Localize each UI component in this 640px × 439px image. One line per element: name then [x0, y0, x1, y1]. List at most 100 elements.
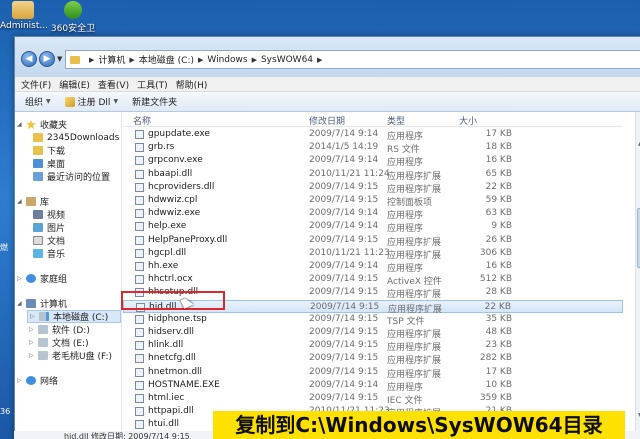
expand-icon[interactable]: ◢ — [17, 121, 25, 128]
menu-file[interactable]: 文件(F) — [21, 78, 51, 91]
vertical-scrollbar[interactable]: ▲ ▼ — [635, 112, 640, 439]
chevron-right-icon[interactable]: ▶ — [252, 56, 257, 64]
nav-item-recent[interactable]: 最近访问的位置 — [33, 170, 110, 183]
nav-item-documents[interactable]: 文档 — [33, 234, 65, 247]
address-bar[interactable]: ▶ 计算机 ▶ 本地磁盘 (C:) ▶ Windows ▶ SysWOW64 ▶ — [65, 50, 640, 69]
menu-view[interactable]: 查看(V) — [98, 78, 129, 91]
file-row[interactable]: hdwwiz.cpl 2009/7/14 9:15 控制面板项 59 KB — [123, 194, 623, 208]
file-icon — [135, 328, 144, 337]
nav-item-desktop[interactable]: 桌面 — [33, 157, 65, 170]
file-type: 应用程序扩展 — [387, 237, 442, 248]
file-size: 16 KB — [485, 261, 512, 271]
forward-button[interactable]: ▶ — [39, 51, 55, 67]
history-dropdown-icon[interactable]: ▼ — [57, 55, 62, 63]
file-row[interactable]: html.iec 2009/7/14 9:15 IEC 文件 359 KB — [123, 392, 623, 406]
nav-item-pictures[interactable]: 图片 — [33, 221, 65, 234]
breadcrumb-syswow64[interactable]: SysWOW64 — [261, 55, 313, 65]
file-date: 2009/7/14 9:15 — [309, 327, 379, 337]
back-button[interactable]: ◀ — [21, 51, 37, 67]
recent-places-icon — [33, 172, 43, 181]
breadcrumb-drive-c[interactable]: 本地磁盘 (C:) — [139, 53, 194, 66]
expand-icon[interactable]: ◢ — [17, 300, 25, 307]
file-row[interactable]: help.exe 2009/7/14 9:14 应用程序 9 KB — [123, 220, 623, 234]
nav-item-drive-c[interactable]: ▷ 本地磁盘 (C:) — [27, 310, 121, 323]
chevron-right-icon[interactable]: ▶ — [317, 56, 322, 64]
nav-item-drive-d[interactable]: ▷ 软件 (D:) — [27, 323, 90, 336]
expand-icon[interactable]: ▷ — [29, 352, 37, 359]
register-dll-button[interactable]: 注册 Dll ▼ — [64, 95, 119, 108]
nav-item-music[interactable]: 音乐 — [33, 247, 65, 260]
desktop-icon-administrator[interactable]: Administ... — [0, 0, 48, 31]
expand-icon[interactable]: ▷ — [30, 313, 38, 320]
chevron-down-icon: ▼ — [46, 98, 51, 105]
file-name: grpconv.exe — [148, 155, 203, 166]
file-date: 2009/7/14 9:15 — [309, 274, 379, 285]
file-size: 16 KB — [485, 155, 512, 166]
column-name[interactable]: 名称 — [133, 114, 151, 127]
file-date: 2009/7/14 9:15 — [309, 340, 379, 351]
expand-icon[interactable]: ▷ — [17, 275, 25, 282]
file-row[interactable]: hidserv.dll 2009/7/14 9:15 应用程序扩展 48 KB — [123, 326, 623, 340]
homegroup-icon — [26, 274, 36, 283]
nav-label: 文档 (E:) — [52, 339, 89, 349]
nav-item-drive-e[interactable]: ▷ 文档 (E:) — [27, 336, 89, 349]
nav-label: 计算机 — [40, 300, 68, 310]
expand-icon[interactable]: ◢ — [17, 198, 25, 205]
file-row[interactable]: hlink.dll 2009/7/14 9:15 应用程序扩展 23 KB — [123, 339, 623, 353]
file-name: hcproviders.dll — [148, 181, 215, 192]
red-highlight-box — [121, 291, 225, 310]
file-row[interactable]: gpupdate.exe 2009/7/14 9:14 应用程序 17 KB — [123, 128, 623, 142]
chevron-right-icon[interactable]: ▶ — [198, 56, 203, 64]
file-row[interactable]: grpconv.exe 2009/7/14 9:14 应用程序 16 KB — [123, 154, 623, 168]
menu-tools[interactable]: 工具(T) — [137, 78, 168, 91]
nav-item-2345downloads[interactable]: 2345Downloads — [33, 131, 119, 144]
chevron-right-icon[interactable]: ▶ — [129, 56, 134, 64]
nav-item-drive-f[interactable]: ▷ 老毛桃U盘 (F:) — [27, 349, 112, 362]
breadcrumb-windows[interactable]: Windows — [207, 55, 247, 65]
file-size: 10 KB — [485, 379, 512, 390]
file-row[interactable]: hnetmon.dll 2009/7/14 9:15 应用程序扩展 17 KB — [123, 366, 623, 380]
file-row[interactable]: HelpPaneProxy.dll 2009/7/14 9:15 应用程序扩展 26 … — [123, 234, 623, 248]
file-row[interactable]: HOSTNAME.EXE 2009/7/14 9:14 应用程序 10 KB — [123, 379, 623, 393]
nav-label: 老毛桃U盘 (F:) — [52, 352, 112, 362]
file-row[interactable]: hnetcfg.dll 2009/7/14 9:15 应用程序扩展 282 KB — [123, 352, 623, 366]
column-size[interactable]: 大小 — [459, 114, 477, 127]
nav-network[interactable]: ▷ 网络 — [15, 374, 58, 387]
menu-help[interactable]: 帮助(H) — [176, 78, 208, 91]
expand-icon[interactable]: ▷ — [17, 377, 25, 384]
organize-button[interactable]: 组织 ▼ — [25, 95, 51, 108]
chevron-right-icon[interactable]: ▶ — [89, 56, 94, 64]
nav-libraries[interactable]: ◢ 库 — [15, 195, 49, 208]
file-type: IEC 文件 — [387, 396, 423, 406]
folder-icon — [33, 133, 43, 142]
new-folder-button[interactable]: 新建文件夹 — [132, 95, 177, 108]
file-row[interactable]: hidphone.tsp 2009/7/14 9:15 TSP 文件 35 KB — [123, 313, 623, 327]
breadcrumb-computer[interactable]: 计算机 — [98, 53, 125, 66]
expand-icon[interactable]: ▷ — [29, 326, 37, 333]
file-row[interactable]: hdwwiz.exe 2009/7/14 9:14 应用程序 63 KB — [123, 207, 623, 221]
nav-favorites[interactable]: ◢ 收藏夹 — [15, 118, 67, 131]
download-folder-icon — [33, 146, 43, 155]
file-row[interactable]: hgcpl.dll 2010/11/21 11:23 应用程序扩展 306 KB — [123, 247, 623, 261]
nav-item-videos[interactable]: 视频 — [33, 208, 65, 221]
expand-icon[interactable]: ▷ — [29, 339, 37, 346]
nav-label: 视频 — [47, 211, 66, 221]
column-date[interactable]: 修改日期 — [309, 114, 345, 127]
file-name: grb.rs — [148, 142, 175, 153]
file-row[interactable]: hbaapi.dll 2010/11/21 11:24 应用程序扩展 65 KB — [123, 168, 623, 182]
column-headers: 名称 修改日期 类型 大小 — [123, 112, 623, 127]
file-row[interactable]: grb.rs 2014/1/5 14:19 RS 文件 18 KB — [123, 141, 623, 155]
file-row[interactable]: hcproviders.dll 2009/7/14 9:15 应用程序扩展 22 KB — [123, 181, 623, 195]
chevron-down-icon: ▼ — [113, 98, 119, 105]
menu-edit[interactable]: 编辑(E) — [59, 78, 90, 91]
file-size: 306 KB — [479, 247, 512, 258]
nav-computer[interactable]: ◢ 计算机 — [15, 297, 67, 310]
nav-item-downloads[interactable]: 下载 — [33, 144, 65, 157]
nav-homegroup[interactable]: ▷ 家庭组 — [15, 272, 67, 285]
file-row[interactable]: hhctrl.ocx 2009/7/14 9:15 ActiveX 控件 512 KB — [123, 273, 623, 287]
file-size: 28 KB — [485, 287, 512, 298]
file-icon — [135, 394, 144, 403]
column-type[interactable]: 类型 — [387, 114, 405, 127]
file-row[interactable]: hh.exe 2009/7/14 9:14 应用程序 16 KB — [123, 260, 623, 274]
file-date: 2009/7/14 9:14 — [309, 208, 379, 219]
